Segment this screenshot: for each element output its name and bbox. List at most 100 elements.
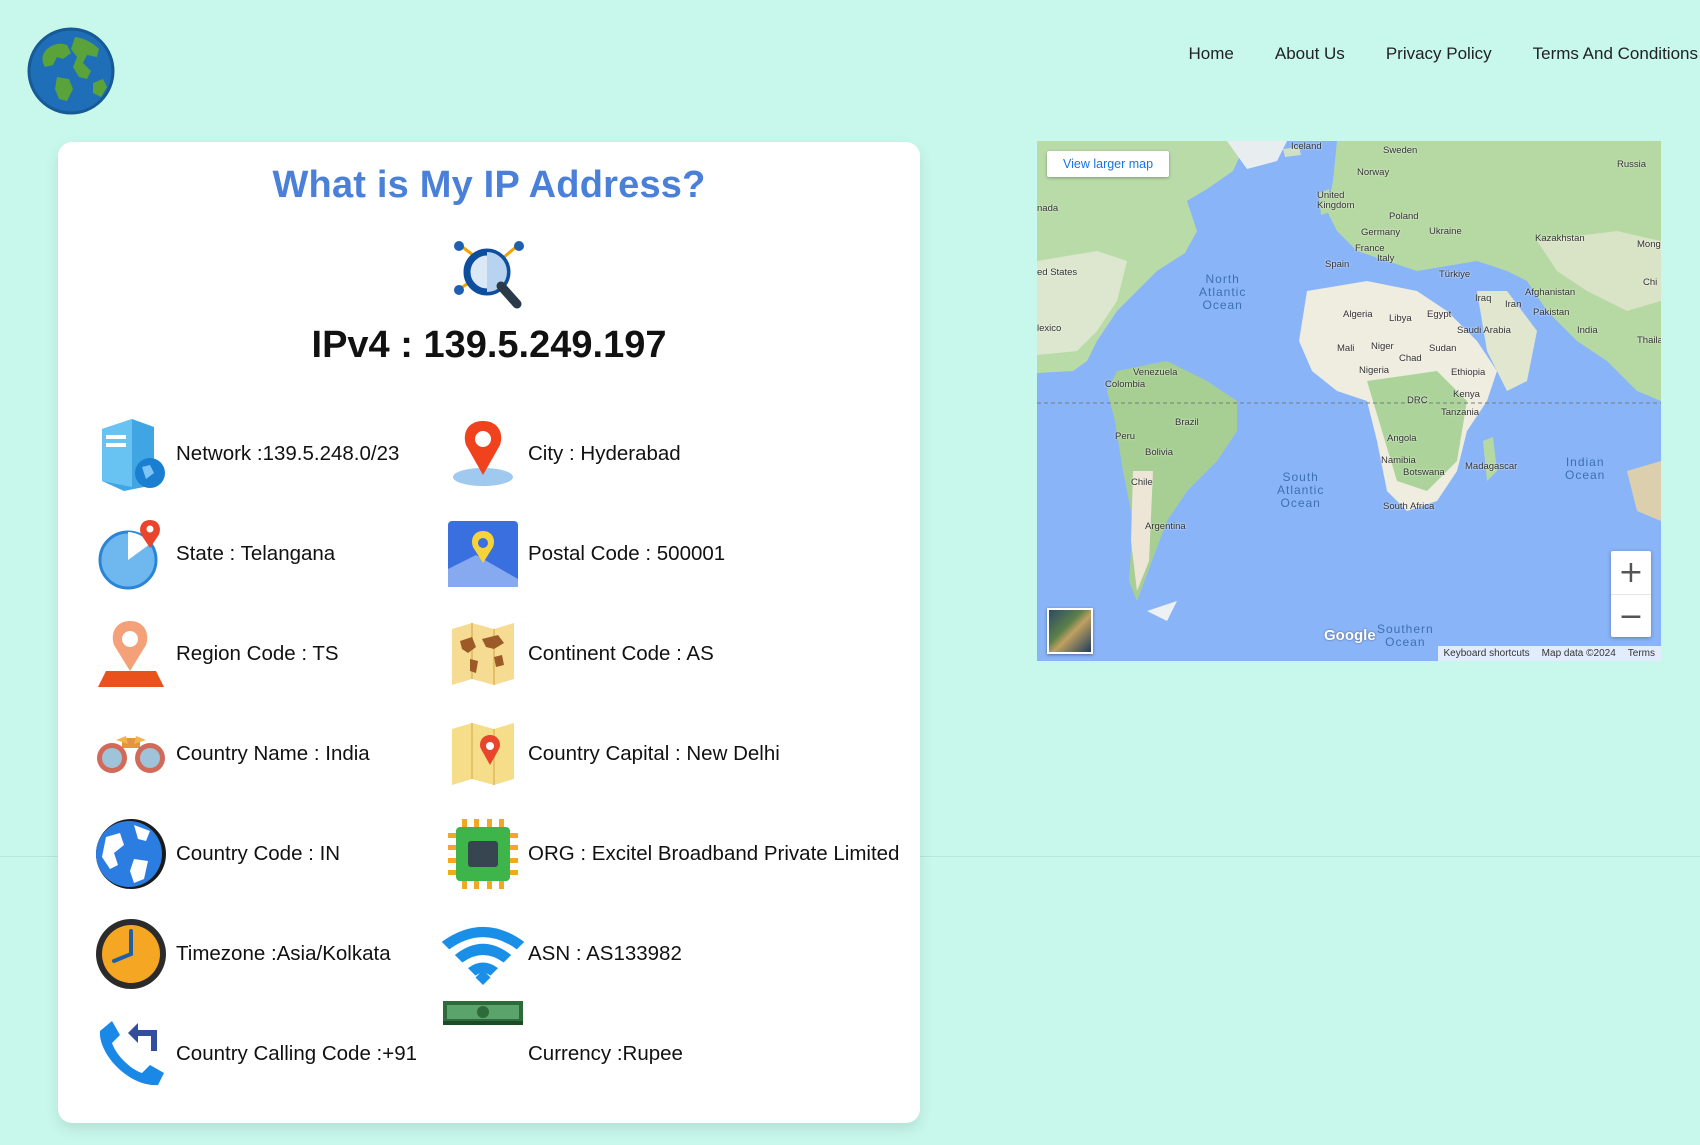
map-pie-pin-icon — [98, 520, 160, 590]
region-code-item: Region Code : TS — [92, 614, 339, 694]
map-label: Ethiopia — [1451, 367, 1486, 378]
map-label: India — [1577, 325, 1598, 336]
map-label: Ukraine — [1429, 226, 1462, 237]
country-code-item: Country Code : IN — [92, 814, 340, 894]
ip-details-grid: Network :139.5.248.0/23 State : Telangan… — [58, 142, 920, 1123]
keyboard-shortcuts-link[interactable]: Keyboard shortcuts — [1444, 648, 1530, 659]
ocean-label-southern: Southern Ocean — [1377, 623, 1434, 649]
southern-ocean-text: Southern Ocean — [1377, 622, 1434, 649]
top-nav: Home About Us Privacy Policy Terms And C… — [1189, 42, 1700, 66]
calling-code-text: Country Calling Code :+91 — [176, 1042, 418, 1065]
ocean-label-south-atlantic: South Atlantic Ocean — [1277, 471, 1324, 510]
map-label: Sweden — [1383, 145, 1418, 156]
asn-text: ASN : AS133982 — [528, 942, 682, 965]
map-label: Peru — [1115, 431, 1136, 442]
map-label: Botswana — [1403, 467, 1445, 478]
map-label: Afghanistan — [1525, 287, 1576, 298]
map-label: Kenya — [1453, 389, 1480, 400]
zoom-controls: + − — [1611, 551, 1651, 637]
map-label: Poland — [1389, 211, 1419, 222]
zoom-in-button[interactable]: + — [1611, 551, 1651, 595]
map-label: Chad — [1399, 353, 1422, 364]
network-item: Network :139.5.248.0/23 — [92, 414, 399, 494]
zoom-out-button[interactable]: − — [1611, 595, 1651, 638]
continent-code-item: Continent Code : AS — [438, 614, 714, 694]
map-marker-icon — [453, 421, 513, 486]
view-larger-map-link[interactable]: View larger map — [1047, 151, 1170, 177]
google-logo: Google — [1324, 627, 1376, 644]
map-label: Iran — [1505, 299, 1522, 310]
map-label: Niger — [1371, 341, 1394, 352]
nav-terms-link[interactable]: Terms And Conditions — [1492, 42, 1700, 66]
country-code-text: Country Code : IN — [176, 842, 341, 865]
server-globe-icon — [102, 419, 165, 491]
folded-map-icon — [452, 723, 514, 785]
postal-code-text: Postal Code : 500001 — [528, 542, 726, 565]
map-label: ed States — [1037, 267, 1078, 278]
phone-call-icon — [99, 1021, 164, 1086]
wifi-icon — [441, 926, 525, 985]
map-label: Iceland — [1291, 141, 1322, 152]
map-label: Venezuela — [1133, 367, 1178, 378]
map-label: Argentina — [1145, 521, 1186, 532]
ocean-label-indian: Indian Ocean — [1565, 456, 1605, 482]
world-map-icon — [452, 623, 514, 685]
globe-logo-icon[interactable] — [27, 27, 115, 115]
state-item: State : Telangana — [92, 514, 335, 594]
map-label: Angola — [1387, 433, 1417, 444]
map-label: Italy — [1377, 253, 1395, 264]
nav-home-link[interactable]: Home — [1189, 42, 1234, 66]
map-label: Colombia — [1105, 379, 1146, 390]
map-label: Chi — [1643, 277, 1658, 288]
map-label: Algeria — [1343, 309, 1373, 320]
ocean-label-north-atlantic: North Atlantic Ocean — [1199, 273, 1246, 312]
map-label: Russia — [1617, 159, 1647, 170]
chip-icon — [448, 819, 518, 889]
location-pin-icon — [98, 621, 164, 687]
map-label: lexico — [1037, 323, 1062, 334]
nav-about-link[interactable]: About Us — [1234, 42, 1345, 66]
currency-text: Currency :Rupee — [528, 1042, 683, 1065]
map-label: Madagascar — [1465, 461, 1518, 472]
map-app-icon — [448, 521, 518, 587]
map-attribution: Keyboard shortcuts Map data ©2024 Terms — [1437, 646, 1661, 661]
nav-privacy-link[interactable]: Privacy Policy — [1345, 42, 1492, 66]
map-label: Mong — [1637, 239, 1661, 250]
map-label: Namibia — [1381, 455, 1416, 466]
world-map-tiles[interactable] — [1037, 141, 1661, 661]
asn-item: ASN : AS133982 — [438, 914, 682, 994]
city-item: City : Hyderabad — [438, 414, 681, 494]
map-label: Spain — [1325, 259, 1350, 270]
south-atlantic-text: South Atlantic Ocean — [1277, 470, 1325, 510]
money-stack-icon — [443, 1001, 523, 1025]
calling-code-item: Country Calling Code :+91 — [92, 1014, 417, 1094]
map-label: Brazil — [1175, 417, 1199, 428]
terms-link[interactable]: Terms — [1628, 648, 1655, 659]
map-label: United Kingdom — [1317, 190, 1355, 211]
map-label: Sudan — [1429, 343, 1457, 354]
map-label: DRC — [1407, 395, 1428, 406]
north-atlantic-text: North Atlantic Ocean — [1199, 272, 1247, 312]
satellite-toggle-button[interactable] — [1047, 608, 1093, 654]
embedded-map[interactable]: View larger map North Atlantic Ocean Sou… — [1037, 141, 1661, 661]
map-label: Libya — [1389, 313, 1412, 324]
globe-icon — [96, 819, 166, 889]
capital-item: Country Capital : New Delhi — [438, 714, 780, 794]
region-code-text: Region Code : TS — [176, 642, 339, 665]
continent-code-text: Continent Code : AS — [528, 642, 714, 665]
map-label: Mali — [1337, 343, 1355, 354]
map-label: Iraq — [1475, 293, 1492, 304]
map-label: Germany — [1361, 227, 1401, 238]
currency-item: Currency :Rupee — [438, 1001, 683, 1094]
org-item: ORG : Excitel Broadband Private Limited — [438, 814, 899, 894]
map-label: Pakistan — [1533, 307, 1570, 318]
ip-info-card: What is My IP Address? IPv4 : 139.5.249.… — [58, 142, 920, 1123]
map-label: Saudi Arabia — [1457, 325, 1511, 336]
map-label: Tanzania — [1441, 407, 1480, 418]
country-name-text: Country Name : India — [176, 742, 370, 765]
map-label: Egypt — [1427, 309, 1452, 320]
capital-text: Country Capital : New Delhi — [528, 742, 780, 765]
binoculars-icon — [97, 736, 165, 773]
map-label: Bolivia — [1145, 447, 1173, 458]
state-text: State : Telangana — [176, 542, 336, 565]
